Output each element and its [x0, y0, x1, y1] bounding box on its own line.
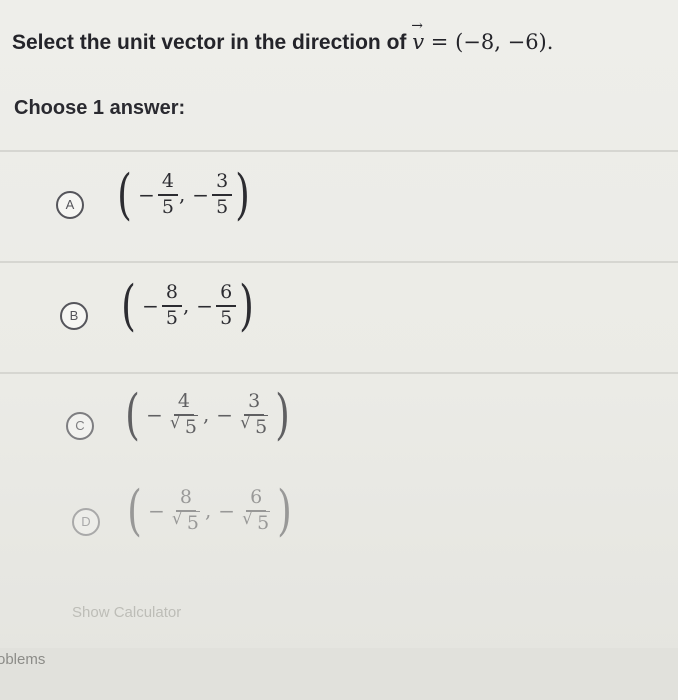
show-calculator-link[interactable]: Show Calculator — [72, 604, 181, 621]
fraction-x: 8 5 — [168, 487, 204, 534]
choice-d-expression: ( − 8 5 , − 6 5 ) — [124, 484, 295, 538]
fraction-x: 4 5 — [157, 171, 178, 218]
choice-c[interactable]: C ( − 4 5 , − 3 5 ) — [0, 374, 678, 484]
radio-a[interactable]: A — [56, 191, 84, 219]
fraction-x: 8 5 — [161, 282, 182, 329]
choice-c-expression: ( − 4 5 , − 3 5 ) — [122, 388, 293, 442]
choice-b-expression: ( − 8 5 , − 6 5 ) — [121, 274, 255, 337]
choice-a-expression: ( − 4 5 , − 3 5 ) — [117, 163, 251, 226]
question-math: v = (−8, −6). — [411, 18, 554, 54]
footer-problems-label: oblems — [0, 651, 46, 668]
footer-bar — [0, 648, 678, 700]
question-prompt: Select the unit vector in the direction … — [12, 31, 407, 54]
vector-symbol: v — [411, 18, 424, 54]
fraction-y: 3 5 — [212, 171, 233, 218]
choose-prompt: Choose 1 answer: — [14, 97, 186, 119]
equals-sign: = — [430, 30, 449, 54]
radio-b[interactable]: B — [60, 302, 88, 330]
radio-c[interactable]: C — [66, 412, 94, 440]
fraction-y: 3 5 — [236, 391, 272, 438]
vector-value: (−8, −6). — [455, 30, 554, 54]
choice-d[interactable]: D ( − 8 5 , − 6 5 ) — [0, 482, 678, 592]
radio-d[interactable]: D — [72, 508, 100, 536]
fraction-x: 4 5 — [166, 391, 202, 438]
choice-a[interactable]: A ( − 4 5 , − 3 5 ) — [0, 152, 678, 262]
fraction-y: 6 5 — [238, 487, 274, 534]
exercise-panel: Select the unit vector in the direction … — [0, 0, 678, 700]
choice-b[interactable]: B ( − 8 5 , − 6 5 ) — [0, 263, 678, 373]
fraction-y: 6 5 — [216, 282, 237, 329]
question-text: Select the unit vector in the direction … — [12, 18, 554, 55]
